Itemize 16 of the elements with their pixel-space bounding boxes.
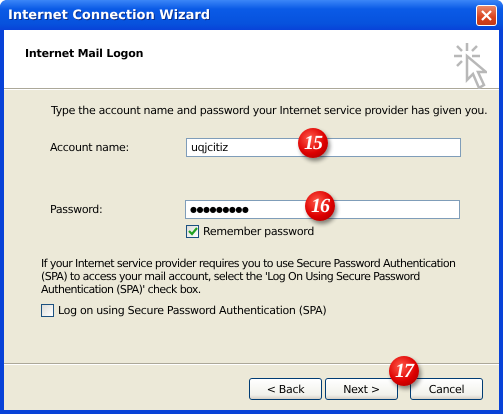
next-button[interactable]: Next > [325,378,398,400]
close-icon [481,10,492,20]
cancel-button[interactable]: Cancel [410,378,483,400]
checkbox[interactable] [186,225,199,238]
back-button[interactable]: < Back [249,378,322,400]
close-button[interactable] [476,4,497,26]
instruction-text: Type the account name and password your Internet service provider has given you. [51,104,488,117]
info-text: If your Internet service provider requires you to use Secure Password Authentication (SPA) to access your mail account, select the 'Log On Using Secure Password Authentication (SPA)' check box. [41,257,456,296]
page-title: Internet Mail Logon [25,47,144,60]
check-icon [188,227,198,236]
checkbox-label[interactable]: Remember password [203,225,314,238]
field-label: Account name: [50,141,130,154]
field-label: Password: [50,203,104,216]
checkbox-label[interactable]: Log on using Secure Password Authentication (SPA) [58,304,326,317]
window-title: Internet Connection Wizard [8,8,210,22]
checkbox[interactable] [41,304,54,317]
